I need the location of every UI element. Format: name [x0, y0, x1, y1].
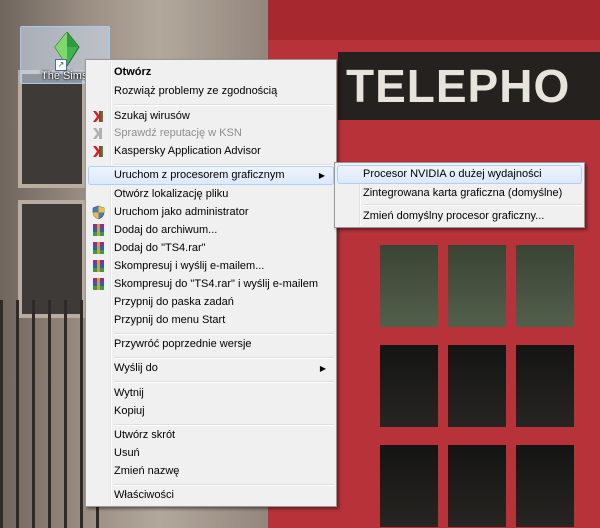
menu-item-check-ksn-reputation[interactable]: Sprawdź reputację w KSN	[88, 124, 334, 143]
menu-item-label: Uruchom jako administrator	[114, 206, 249, 218]
menu-item-label: Kaspersky Application Advisor	[114, 145, 261, 157]
winrar-icon	[93, 242, 104, 254]
menu-item-label: Usuń	[114, 447, 140, 459]
kaspersky-icon	[93, 146, 103, 157]
submenu-item-label: Zmień domyślny procesor graficzny...	[363, 210, 545, 222]
menu-item-label: Dodaj do archiwum...	[114, 224, 218, 236]
menu-item-send-to[interactable]: Wyślij do ▶	[88, 359, 334, 378]
menu-item-run-with-gpu[interactable]: Uruchom z procesorem graficznym ▶	[88, 166, 334, 185]
menu-item-kaspersky-advisor[interactable]: Kaspersky Application Advisor	[88, 142, 334, 161]
menu-separator	[114, 381, 334, 383]
menu-item-label: Kopiuj	[114, 405, 145, 417]
menu-item-label: Otwórz	[114, 66, 152, 78]
wallpaper-booth-pane	[380, 445, 438, 527]
menu-item-copy[interactable]: Kopiuj	[88, 402, 334, 421]
submenu-arrow-icon: ▶	[318, 171, 325, 180]
menu-item-delete[interactable]: Usuń	[88, 444, 334, 463]
menu-item-open[interactable]: Otwórz	[88, 63, 334, 82]
submenu-item-integrated-gpu[interactable]: Zintegrowana karta graficzna (domyślne)	[337, 184, 582, 203]
menu-item-add-to-archive[interactable]: Dodaj do archiwum...	[88, 221, 334, 240]
menu-item-create-shortcut[interactable]: Utwórz skrót	[88, 426, 334, 445]
menu-item-cut[interactable]: Wytnij	[88, 384, 334, 403]
menu-item-label: Przypnij do paska zadań	[114, 296, 234, 308]
submenu-item-nvidia-gpu[interactable]: Procesor NVIDIA o dużej wydajności	[337, 165, 582, 184]
winrar-icon	[93, 224, 104, 236]
menu-item-label: Przypnij do menu Start	[114, 314, 226, 326]
menu-separator	[363, 204, 582, 206]
wallpaper-booth-sign: TELEPHO	[338, 52, 600, 120]
menu-item-label: Skompresuj do "TS4.rar" i wyślij e-maile…	[114, 278, 319, 290]
submenu-item-change-default-gpu[interactable]: Zmień domyślny procesor graficzny...	[337, 207, 582, 226]
submenu-arrow-icon: ▶	[319, 364, 326, 373]
submenu-item-label: Zintegrowana karta graficzna (domyślne)	[363, 187, 563, 199]
menu-item-compress-ts4-and-email[interactable]: Skompresuj do "TS4.rar" i wyślij e-maile…	[88, 275, 334, 294]
menu-item-properties[interactable]: Właściwości	[88, 486, 334, 505]
wallpaper-booth-pane	[448, 245, 506, 327]
menu-item-label: Rozwiąż problemy ze zgodnością	[114, 85, 278, 97]
gpu-submenu: Procesor NVIDIA o dużej wydajności Zinte…	[334, 162, 585, 228]
menu-item-label: Uruchom z procesorem graficznym	[114, 169, 285, 181]
menu-item-pin-to-start[interactable]: Przypnij do menu Start	[88, 311, 334, 330]
winrar-icon	[93, 278, 104, 290]
menu-item-label: Przywróć poprzednie wersje	[114, 338, 252, 350]
menu-item-label: Wytnij	[114, 387, 144, 399]
wallpaper-window	[18, 70, 86, 188]
menu-item-label: Zmień nazwę	[114, 465, 180, 477]
wallpaper-booth-pane	[448, 345, 506, 427]
menu-item-label: Szukaj wirusów	[114, 110, 190, 122]
context-menu: Otwórz Rozwiąż problemy ze zgodnością Sz…	[85, 59, 337, 507]
uac-shield-icon	[92, 205, 105, 220]
wallpaper-booth-pane	[380, 345, 438, 427]
menu-item-compress-and-email[interactable]: Skompresuj i wyślij e-mailem...	[88, 257, 334, 276]
menu-item-open-file-location[interactable]: Otwórz lokalizację pliku	[88, 185, 334, 204]
wallpaper-booth-pane	[516, 245, 574, 327]
menu-item-label: Dodaj do "TS4.rar"	[114, 242, 206, 254]
menu-item-label: Sprawdź reputację w KSN	[114, 127, 242, 139]
menu-item-label: Otwórz lokalizację pliku	[114, 188, 229, 200]
menu-item-pin-to-taskbar[interactable]: Przypnij do paska zadań	[88, 293, 334, 312]
submenu-item-label: Procesor NVIDIA o dużej wydajności	[363, 168, 542, 180]
menu-item-label: Wyślij do	[114, 362, 158, 374]
winrar-icon	[93, 260, 104, 272]
wallpaper-booth-pane	[380, 245, 438, 327]
menu-item-label: Utwórz skrót	[114, 429, 176, 441]
kaspersky-icon	[93, 128, 102, 139]
wallpaper-booth-pane	[516, 345, 574, 427]
menu-item-run-as-admin[interactable]: Uruchom jako administrator	[88, 203, 334, 222]
wallpaper-booth-roof	[268, 0, 600, 40]
menu-item-restore-previous-versions[interactable]: Przywróć poprzednie wersje	[88, 335, 334, 354]
wallpaper-booth-pane	[448, 445, 506, 527]
menu-item-label: Skompresuj i wyślij e-mailem...	[114, 260, 265, 272]
menu-separator	[114, 104, 334, 106]
wallpaper-booth-pane	[516, 445, 574, 527]
kaspersky-icon	[93, 111, 103, 122]
menu-item-troubleshoot-compatibility[interactable]: Rozwiąż problemy ze zgodnością	[88, 82, 334, 101]
menu-item-rename[interactable]: Zmień nazwę	[88, 462, 334, 481]
menu-item-label: Właściwości	[114, 489, 174, 501]
menu-item-add-to-ts4-rar[interactable]: Dodaj do "TS4.rar"	[88, 239, 334, 258]
